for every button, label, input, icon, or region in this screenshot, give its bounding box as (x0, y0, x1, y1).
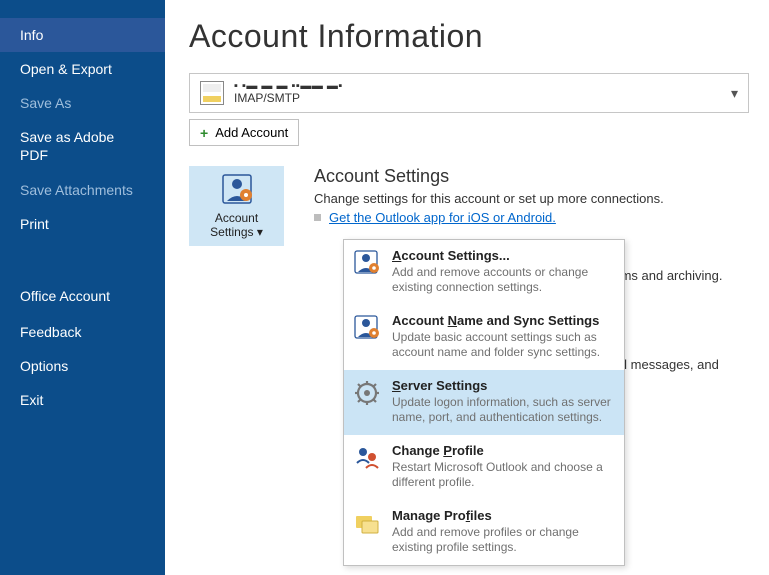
plus-icon: + (200, 126, 208, 140)
gear-icon (354, 380, 380, 406)
main-panel: Account Information ▪ ▪▬ ▬ ▬ ▪▪▬▬ ▬▪ IMA… (165, 0, 769, 575)
sidebar-item-print[interactable]: Print (0, 207, 165, 241)
menu-item-account-settings[interactable]: Account Settings... Add and remove accou… (344, 240, 624, 305)
sidebar-item-save-adobe-pdf[interactable]: Save as Adobe PDF (0, 120, 165, 173)
sidebar-item-options[interactable]: Options (0, 349, 165, 383)
menu-item-server-settings[interactable]: Server Settings Update logon information… (344, 370, 624, 435)
sidebar-item-info[interactable]: Info (0, 18, 165, 52)
account-selector[interactable]: ▪ ▪▬ ▬ ▬ ▪▪▬▬ ▬▪ IMAP/SMTP ▾ (189, 73, 749, 113)
get-outlook-app-link[interactable]: Get the Outlook app for iOS or Android. (329, 210, 556, 225)
sidebar-item-exit[interactable]: Exit (0, 383, 165, 417)
menu-item-account-name-sync[interactable]: Account Name and Sync Settings Update ba… (344, 305, 624, 370)
account-settings-button-label: Account Settings ▾ (195, 212, 278, 240)
user-gear-icon (354, 250, 380, 276)
sidebar-item-office-account[interactable]: Office Account (0, 279, 165, 315)
sidebar-item-save-as: Save As (0, 86, 165, 120)
menu-item-manage-profiles[interactable]: Manage Profiles Add and remove profiles … (344, 500, 624, 565)
user-gear-icon (354, 315, 380, 341)
chevron-down-icon: ▾ (731, 85, 738, 102)
user-gear-icon (220, 173, 254, 207)
add-account-label: Add Account (215, 125, 288, 140)
account-settings-title: Account Settings (314, 166, 664, 187)
account-protocol: IMAP/SMTP (234, 92, 343, 106)
menu-item-change-profile[interactable]: Change Profile Restart Microsoft Outlook… (344, 435, 624, 500)
bullet-icon (314, 214, 321, 221)
sidebar-item-feedback[interactable]: Feedback (0, 315, 165, 349)
sidebar-item-save-attachments: Save Attachments (0, 173, 165, 207)
backstage-sidebar: Info Open & Export Save As Save as Adobe… (0, 0, 165, 575)
profile-swap-icon (354, 445, 380, 471)
account-icon (200, 81, 224, 105)
sidebar-item-open-export[interactable]: Open & Export (0, 52, 165, 86)
account-settings-button[interactable]: Account Settings ▾ (189, 166, 284, 246)
add-account-button[interactable]: + Add Account (189, 119, 299, 146)
folders-icon (354, 510, 380, 536)
account-settings-section: Account Settings ▾ Account Settings Chan… (189, 166, 749, 246)
account-settings-desc: Change settings for this account or set … (314, 191, 664, 206)
account-settings-menu: Account Settings... Add and remove accou… (343, 239, 625, 566)
page-title: Account Information (189, 18, 749, 55)
